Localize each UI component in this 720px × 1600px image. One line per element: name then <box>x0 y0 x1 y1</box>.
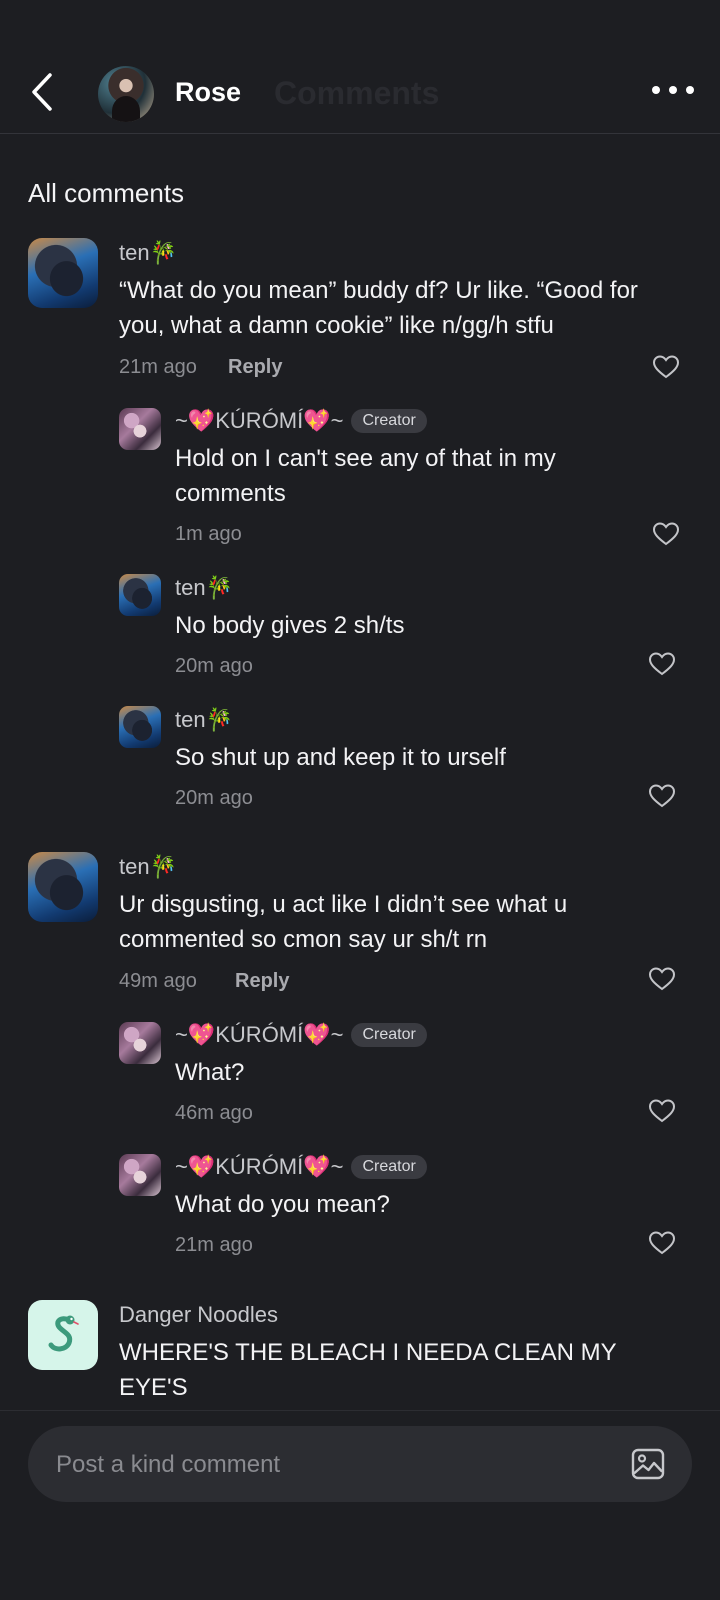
heart-icon[interactable] <box>648 783 676 809</box>
commenter-name[interactable]: ten🎋 <box>119 854 177 880</box>
more-options-button[interactable] <box>652 80 694 100</box>
reply-time: 1m ago <box>175 523 242 545</box>
creator-avatar[interactable] <box>98 66 154 122</box>
reply-time: 20m ago <box>175 655 253 677</box>
commenter-avatar[interactable] <box>28 1300 98 1370</box>
reply-author-name: ~💖KÚRÓMÍ💖~ <box>175 1022 344 1047</box>
creator-badge: Creator <box>351 409 427 433</box>
reply-time: 21m ago <box>175 1234 253 1256</box>
section-title: All comments <box>28 178 185 208</box>
commenter-name[interactable]: ten🎋 <box>119 240 177 266</box>
reply-author-name[interactable]: ten🎋 <box>175 575 233 601</box>
comment-input[interactable] <box>56 1448 596 1482</box>
reply-avatar[interactable] <box>119 574 161 616</box>
dot <box>669 86 677 94</box>
heart-icon[interactable] <box>648 651 676 677</box>
comment-composer <box>28 1426 692 1502</box>
image-icon[interactable] <box>630 1446 666 1482</box>
creator-badge: Creator <box>351 1155 427 1179</box>
dot <box>652 86 660 94</box>
reply-text: Hold on I can't see any of that in my co… <box>175 445 556 507</box>
creator-badge: Creator <box>351 1023 427 1047</box>
reply-text: What do you mean? <box>175 1191 390 1218</box>
reply-avatar[interactable] <box>119 706 161 748</box>
reply-time: 20m ago <box>175 787 253 809</box>
creator-name[interactable]: Rose <box>175 77 241 108</box>
heart-icon[interactable] <box>648 966 676 992</box>
commenter-avatar[interactable] <box>28 852 98 922</box>
reply-author-name: ~💖KÚRÓMÍ💖~ <box>175 408 344 433</box>
header: Rose Comments <box>0 0 720 134</box>
comment-text: WHERE'S THE BLEACH I NEEDA CLEAN MY EYE'… <box>119 1339 617 1401</box>
heart-icon[interactable] <box>648 1098 676 1124</box>
reply-author[interactable]: ~💖KÚRÓMÍ💖~ Creator <box>175 408 427 434</box>
reply-avatar[interactable] <box>119 1154 161 1196</box>
heart-icon[interactable] <box>648 1230 676 1256</box>
heart-icon[interactable] <box>652 354 680 380</box>
comment-time: 21m ago <box>119 356 197 378</box>
reply-avatar[interactable] <box>119 1022 161 1064</box>
reply-avatar[interactable] <box>119 408 161 450</box>
composer-divider <box>0 1410 720 1411</box>
reply-author-name[interactable]: ten🎋 <box>175 707 233 733</box>
chevron-left-icon <box>32 73 52 111</box>
heart-icon[interactable] <box>652 521 680 547</box>
comment-time: 49m ago <box>119 970 197 992</box>
commenter-avatar[interactable] <box>28 238 98 308</box>
dot <box>686 86 694 94</box>
reply-button[interactable]: Reply <box>228 356 282 379</box>
header-title-faded: Comments <box>274 75 440 111</box>
reply-author-name: ~💖KÚRÓMÍ💖~ <box>175 1154 344 1179</box>
snake-icon <box>48 1315 79 1352</box>
back-button[interactable] <box>24 70 60 114</box>
reply-text: So shut up and keep it to urself <box>175 744 506 771</box>
reply-time: 46m ago <box>175 1102 253 1124</box>
reply-author[interactable]: ~💖KÚRÓMÍ💖~ Creator <box>175 1022 427 1048</box>
comment-text: “What do you mean” buddy df? Ur like. “G… <box>119 277 638 339</box>
reply-author[interactable]: ~💖KÚRÓMÍ💖~ Creator <box>175 1154 427 1180</box>
comment-text: Ur disgusting, u act like I didn’t see w… <box>119 891 568 953</box>
comments-screen: Rose Comments All comments ten🎋 “What do… <box>0 0 720 1600</box>
reply-button[interactable]: Reply <box>235 970 289 993</box>
commenter-name[interactable]: Danger Noodles <box>119 1302 278 1328</box>
reply-text: What? <box>175 1059 245 1086</box>
reply-text: No body gives 2 sh/ts <box>175 612 405 639</box>
